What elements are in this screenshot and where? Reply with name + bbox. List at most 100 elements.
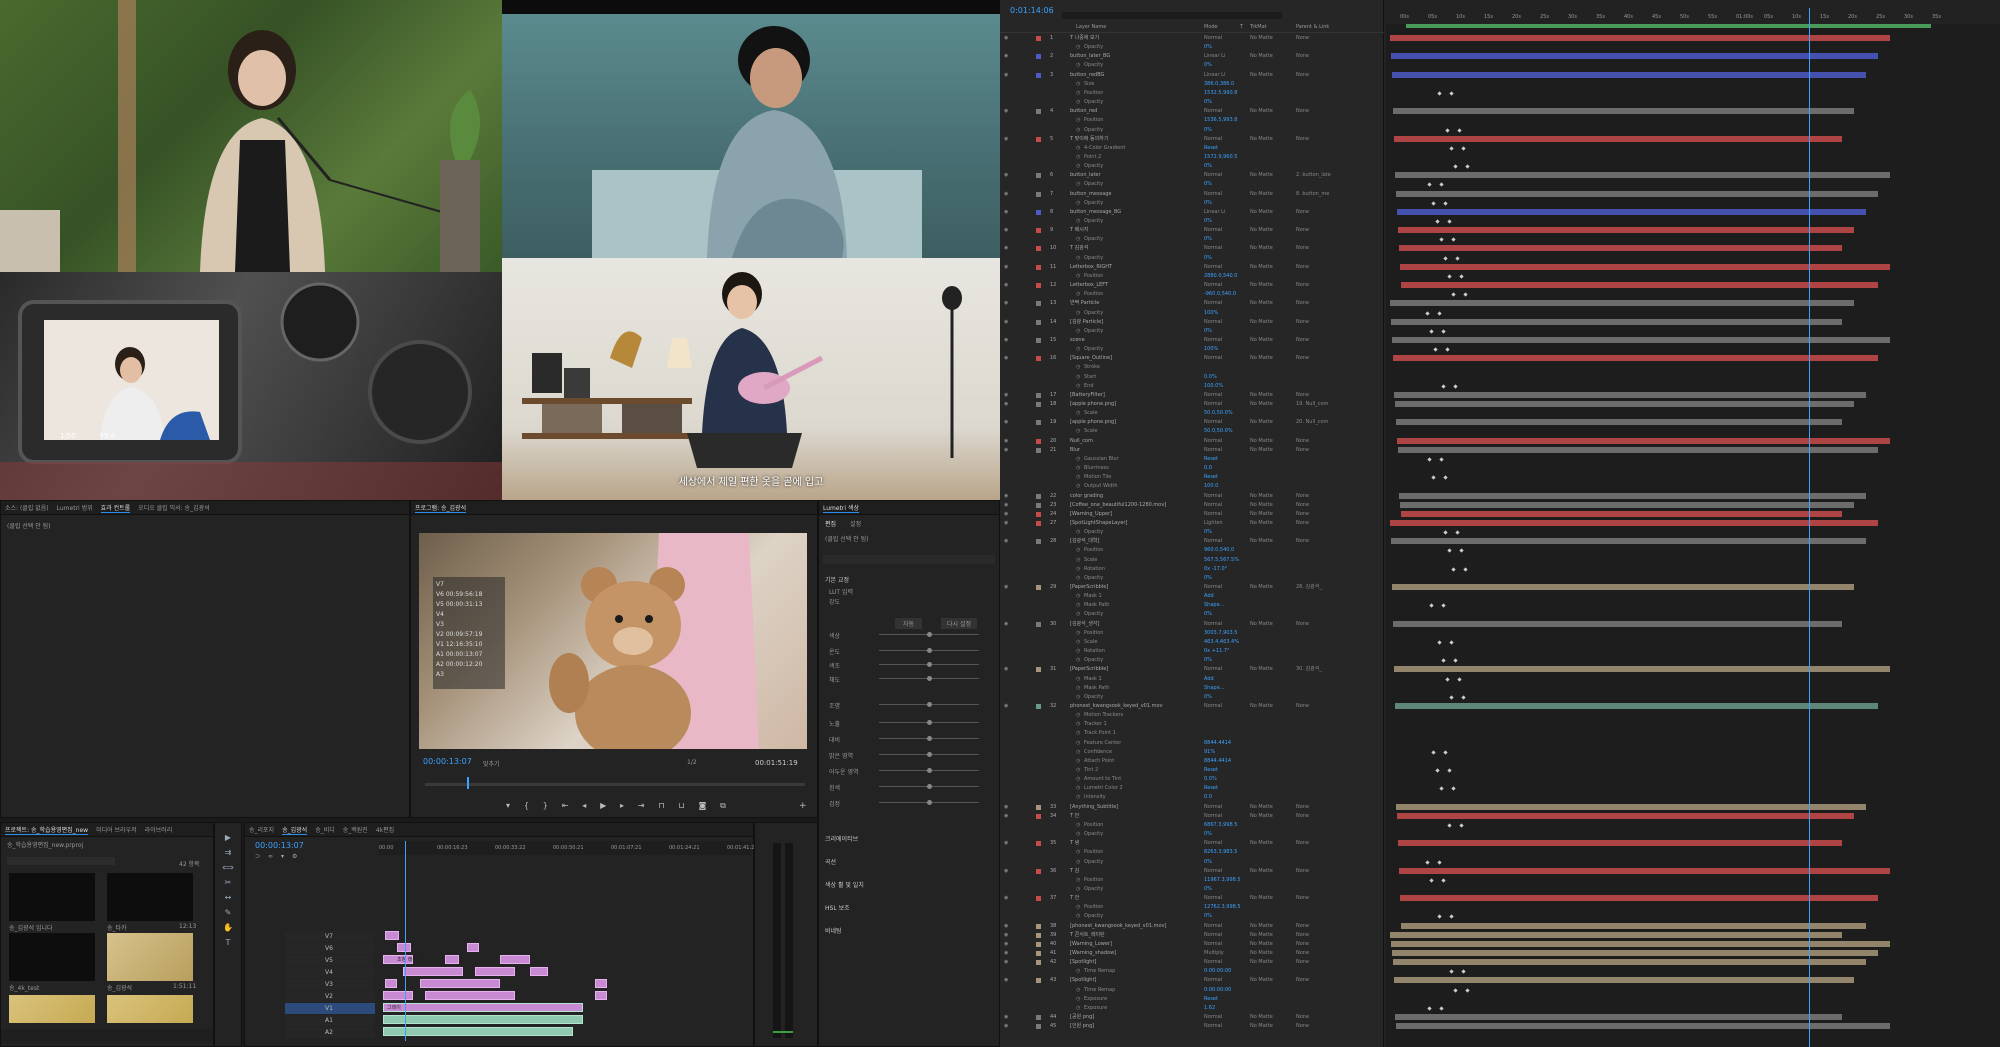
- layer-mode[interactable]: Normal: [1204, 107, 1222, 116]
- layer-name[interactable]: [PaperScribble]: [1070, 665, 1108, 674]
- stopwatch-icon[interactable]: ◷: [1076, 885, 1080, 894]
- lumetri-title[interactable]: Lumetri 색상: [823, 503, 860, 513]
- keyframe[interactable]: [1461, 695, 1466, 700]
- col-trkmat[interactable]: TrkMat: [1250, 24, 1267, 30]
- layer-parent[interactable]: None: [1296, 446, 1309, 455]
- layer-parent[interactable]: None: [1296, 226, 1309, 235]
- property-value[interactable]: 1.62: [1204, 1004, 1215, 1013]
- layer-name[interactable]: Blur: [1070, 446, 1080, 455]
- layer-name[interactable]: [김광석_생각]: [1070, 620, 1099, 629]
- visibility-eye-icon[interactable]: ◉: [1004, 620, 1008, 629]
- layer-label-color[interactable]: [1036, 923, 1041, 929]
- ae-property-row[interactable]: ◷ Tint 2 Reset: [1000, 766, 1384, 775]
- timeline-clip[interactable]: [530, 967, 548, 976]
- keyframe[interactable]: [1449, 695, 1454, 700]
- property-value[interactable]: 0%: [1204, 830, 1212, 839]
- track-header[interactable]: V5: [285, 955, 375, 966]
- layer-name[interactable]: [PaperScribble]: [1070, 583, 1108, 592]
- ae-layer-bar[interactable]: [1395, 401, 1854, 407]
- keyframe[interactable]: [1443, 475, 1448, 480]
- ae-property-row[interactable]: ◷ Opacity 0%: [1000, 98, 1384, 107]
- layer-label-color[interactable]: [1036, 136, 1041, 142]
- visibility-eye-icon[interactable]: ◉: [1004, 537, 1008, 546]
- visibility-eye-icon[interactable]: ◉: [1004, 244, 1008, 253]
- layer-mode[interactable]: Lighten: [1204, 519, 1223, 528]
- layer-mode[interactable]: Normal: [1204, 620, 1222, 629]
- layer-parent[interactable]: None: [1296, 336, 1309, 345]
- ae-property-row[interactable]: ◷ Output Width 100.0: [1000, 482, 1384, 491]
- layer-trkmat[interactable]: No Matte: [1250, 391, 1273, 400]
- property-value[interactable]: 11967.3,998.5: [1204, 876, 1241, 885]
- stopwatch-icon[interactable]: ◷: [1076, 345, 1080, 354]
- ae-layer-row[interactable]: ◉ 15 scene Normal No Matte None: [1000, 336, 1384, 345]
- timeline-clip[interactable]: [595, 991, 607, 1000]
- ae-layer-bar[interactable]: [1394, 977, 1854, 984]
- stopwatch-icon[interactable]: ◷: [1076, 309, 1080, 318]
- layer-trkmat[interactable]: No Matte: [1250, 135, 1273, 144]
- keyframe[interactable]: [1437, 91, 1442, 96]
- layer-parent[interactable]: None: [1296, 1022, 1309, 1031]
- keyframe[interactable]: [1443, 201, 1448, 206]
- property-value[interactable]: 0x +11.7°: [1204, 647, 1230, 656]
- layer-mode[interactable]: Normal: [1204, 510, 1222, 519]
- keyframe[interactable]: [1447, 548, 1452, 554]
- layer-trkmat[interactable]: No Matte: [1250, 107, 1273, 116]
- layer-parent[interactable]: None: [1296, 867, 1309, 876]
- layer-parent[interactable]: None: [1296, 940, 1309, 949]
- layer-parent[interactable]: None: [1296, 501, 1309, 510]
- layer-name[interactable]: [Square_Outline]: [1070, 354, 1112, 363]
- keyframe[interactable]: [1451, 292, 1456, 297]
- timeline-clip[interactable]: [397, 943, 411, 952]
- layer-name[interactable]: [apple phone.png]: [1070, 418, 1116, 427]
- ae-layer-row[interactable]: ◉ 19 [apple phone.png] Normal No Matte 20. Nu…: [1000, 418, 1384, 427]
- ae-property-row[interactable]: ◷ Opacity 0%: [1000, 126, 1384, 135]
- stopwatch-icon[interactable]: ◷: [1076, 775, 1080, 784]
- layer-mode[interactable]: Normal: [1204, 135, 1222, 144]
- ae-layer-row[interactable]: ◉ 28 [김광석_대학] Normal No Matte None: [1000, 537, 1384, 546]
- ae-property-row[interactable]: ◷ Attach Point 8844.4414: [1000, 757, 1384, 766]
- layer-mode[interactable]: Normal: [1204, 244, 1222, 253]
- layer-parent[interactable]: None: [1296, 949, 1309, 958]
- property-value[interactable]: 100.0: [1204, 482, 1218, 491]
- property-value[interactable]: 463.4,463.4%: [1204, 638, 1239, 647]
- property-value[interactable]: 0%: [1204, 217, 1212, 226]
- property-value[interactable]: 2880.0,540.0: [1204, 272, 1237, 281]
- ae-property-row[interactable]: ◷ Lumetri Color 2 Reset: [1000, 784, 1384, 793]
- layer-label-color[interactable]: [1036, 246, 1041, 252]
- stopwatch-icon[interactable]: ◷: [1076, 528, 1080, 537]
- property-value[interactable]: 100.0%: [1204, 382, 1223, 391]
- layer-mode[interactable]: Normal: [1204, 537, 1222, 546]
- stopwatch-icon[interactable]: ◷: [1076, 601, 1080, 610]
- lumetri-slider-knob[interactable]: [927, 702, 932, 707]
- visibility-eye-icon[interactable]: ◉: [1004, 171, 1008, 180]
- out-point-icon[interactable]: }: [543, 801, 548, 813]
- layer-parent[interactable]: None: [1296, 839, 1309, 848]
- track-header[interactable]: V3: [285, 979, 375, 990]
- visibility-eye-icon[interactable]: ◉: [1004, 949, 1008, 958]
- ae-layer-bar[interactable]: [1396, 419, 1842, 426]
- layer-parent[interactable]: 2. button_late: [1296, 171, 1331, 180]
- ae-property-row[interactable]: ◷ Stroke: [1000, 363, 1384, 372]
- ae-property-row[interactable]: ◷ Opacity 0%: [1000, 217, 1384, 226]
- layer-name[interactable]: button_later_BG: [1070, 52, 1110, 61]
- ae-layer-row[interactable]: ◉ 23 [Coffee_one_beautiful1200-1280.mov] No…: [1000, 501, 1384, 510]
- property-value[interactable]: Reset: [1204, 473, 1218, 482]
- stopwatch-icon[interactable]: ◷: [1076, 830, 1080, 839]
- ae-property-row[interactable]: ◷ Position 6867.3,998.5: [1000, 821, 1384, 830]
- layer-label-color[interactable]: [1036, 173, 1041, 179]
- tab-effect-controls[interactable]: 효과 컨트롤: [100, 503, 131, 513]
- timeline-playhead[interactable]: [405, 841, 406, 1041]
- layer-label-color[interactable]: [1036, 337, 1041, 343]
- visibility-eye-icon[interactable]: ◉: [1004, 501, 1008, 510]
- property-value[interactable]: 0%: [1204, 61, 1212, 70]
- stopwatch-icon[interactable]: ◷: [1076, 729, 1080, 738]
- lumetri-slider-knob[interactable]: [927, 632, 932, 637]
- layer-mode[interactable]: Normal: [1204, 437, 1222, 446]
- ae-property-row[interactable]: ◷ Scale 567.5,567.5%: [1000, 556, 1384, 565]
- layer-label-color[interactable]: [1036, 72, 1041, 78]
- ae-property-row[interactable]: ◷ Point 2 1572.9,960.5: [1000, 153, 1384, 162]
- layer-label-color[interactable]: [1036, 109, 1041, 115]
- ae-property-row[interactable]: ◷ Position -960.0,540.0: [1000, 290, 1384, 299]
- property-value[interactable]: 1532.5,990.8: [1204, 89, 1237, 98]
- layer-name[interactable]: T 녕: [1070, 839, 1079, 848]
